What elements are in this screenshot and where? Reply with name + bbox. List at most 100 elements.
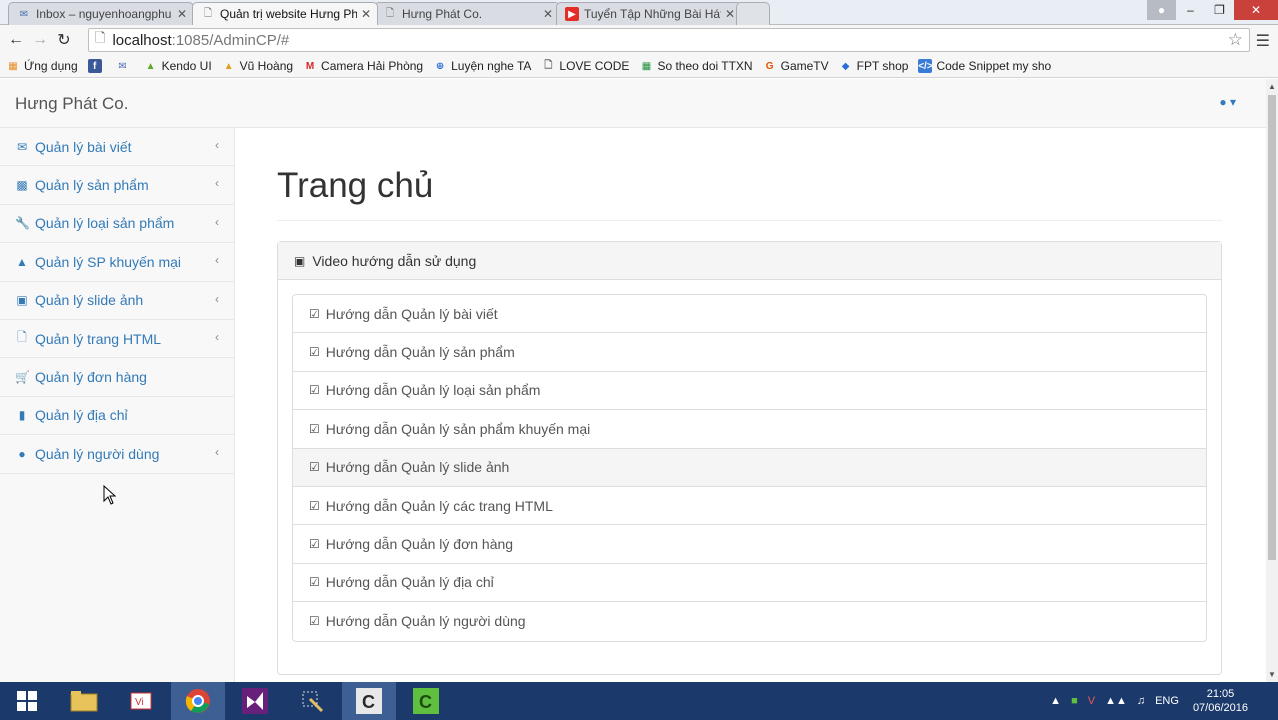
book-icon: ▮ — [18, 408, 26, 423]
bookmark-item[interactable]: </> Code Snippet my sho — [918, 59, 1051, 73]
guide-list-item[interactable]: ☑ Hướng dẫn Quản lý sản phẩm khuyến mại — [293, 410, 1206, 449]
bookmark-label: GameTV — [780, 59, 829, 73]
unikey-button[interactable]: Vi — [114, 682, 168, 720]
camtasia-button-1[interactable]: C — [342, 682, 396, 720]
user-menu-button[interactable]: ● ▾ — [1219, 95, 1236, 109]
close-window-button[interactable]: ✕ — [1234, 0, 1278, 20]
envelope-icon: ✉ — [16, 139, 28, 154]
sidebar-item[interactable]: ▣ Quản lý slide ảnh ‹ — [0, 282, 234, 320]
bookmark-item[interactable]: f — [87, 59, 106, 73]
start-button[interactable] — [0, 682, 54, 720]
user-icon: ● — [18, 446, 26, 461]
browser-toolbar: ← → ↻ 🗋 localhost:1085/AdminCP/# ☆ ☰ — [0, 25, 1278, 55]
guide-item-label: Hướng dẫn Quản lý slide ảnh — [325, 459, 510, 476]
url-path: :1085/AdminCP/# — [171, 31, 290, 49]
browser-tab-strip: ✉ Inbox – nguyenhoangphu ✕ 🗋 Quản trị websit… — [0, 0, 1278, 25]
browser-tab[interactable]: ✉ Inbox – nguyenhoangphu ✕ — [8, 2, 194, 25]
sidebar-item[interactable]: 🛒 Quản lý đơn hàng — [0, 358, 234, 397]
bookmark-item[interactable]: 🗋 LOVE CODE — [541, 59, 629, 73]
sidebar-item[interactable]: ▮ Quản lý địa chỉ — [0, 397, 234, 436]
tab-title: Hưng Phát Co. — [402, 7, 483, 21]
wrench-icon: 🔧 — [15, 216, 30, 231]
tools-button[interactable] — [285, 682, 339, 720]
tab-close-icon[interactable]: ✕ — [177, 7, 187, 21]
folder-icon — [70, 691, 98, 712]
camtasia-tray-icon[interactable]: ■ — [1071, 695, 1078, 707]
bookmark-item[interactable]: M Camera Hải Phòng — [303, 59, 423, 73]
bookmark-label: So theo doi TTXN — [657, 59, 753, 73]
sidebar-item-label: Quản lý trang HTML — [35, 330, 162, 347]
mouse-cursor-icon — [103, 485, 117, 505]
browser-tab[interactable]: 🗋 Hưng Phát Co. ✕ — [374, 2, 560, 25]
new-tab-button[interactable] — [736, 2, 770, 25]
bookmark-label: Vũ Hoàng — [239, 59, 294, 73]
browser-tab[interactable]: 🗋 Quản trị website Hưng Ph ✕ — [192, 2, 378, 25]
unikey-tray-icon[interactable]: V — [1088, 695, 1095, 707]
guide-item-label: Hướng dẫn Quản lý sản phẩm — [325, 344, 515, 361]
brand-link[interactable]: Hưng Phát Co. — [15, 94, 128, 114]
bookmark-item[interactable]: G GameTV — [763, 59, 829, 73]
sidebar-item[interactable]: ▲ Quản lý SP khuyến mại ‹ — [0, 243, 234, 282]
guide-list-item[interactable]: ☑ Hướng dẫn Quản lý loại sản phẩm — [293, 372, 1206, 411]
guide-list-item[interactable]: ☑ Hướng dẫn Quản lý slide ảnh — [293, 448, 1206, 487]
bookmark-item[interactable]: ✉ — [116, 59, 134, 73]
camtasia-recorder-icon: C — [413, 688, 439, 714]
sidebar-item-label: Quản lý slide ảnh — [35, 292, 144, 309]
scroll-thumb[interactable] — [1268, 95, 1276, 560]
chrome-menu-icon[interactable]: ☰ — [1256, 31, 1270, 51]
facebook-icon: f — [87, 59, 102, 73]
guide-item-label: Hướng dẫn Quản lý loại sản phẩm — [325, 382, 541, 399]
network-icon[interactable]: ▲▲ — [1105, 695, 1127, 707]
bookmark-item[interactable]: ▦ So theo doi TTXN — [639, 59, 753, 73]
chevron-left-icon: ‹ — [215, 253, 219, 268]
sidebar-item[interactable]: ▩ Quản lý sản phẩm ‹ — [0, 166, 234, 205]
file-explorer-button[interactable] — [57, 682, 111, 720]
guide-list-item[interactable]: ☑ Hướng dẫn Quản lý sản phẩm — [293, 333, 1206, 372]
show-hidden-icons[interactable]: ▲ — [1050, 695, 1061, 707]
chevron-left-icon: ‹ — [215, 138, 219, 152]
visual-studio-button[interactable] — [228, 682, 282, 720]
address-bar[interactable]: 🗋 localhost:1085/AdminCP/# ☆ — [88, 28, 1250, 52]
sidebar-item-label: Quản lý người dùng — [35, 445, 160, 462]
user-icon: ● — [1219, 95, 1227, 109]
file-icon: 🗋 — [17, 330, 27, 345]
tab-close-icon[interactable]: ✕ — [725, 7, 735, 21]
bookmark-item[interactable]: ◆ FPT shop — [839, 59, 909, 73]
minimize-button[interactable]: – — [1176, 0, 1205, 20]
camtasia-button-2[interactable]: C — [399, 682, 453, 720]
bookmark-item[interactable]: ▲ Vũ Hoàng — [222, 59, 293, 73]
clock[interactable]: 21:05 07/06/2016 — [1193, 687, 1248, 715]
sidebar-item[interactable]: ● Quản lý người dùng ‹ — [0, 435, 234, 474]
forward-icon[interactable]: → — [28, 31, 52, 49]
sidebar-item[interactable]: ✉ Quản lý bài viết ‹ — [0, 128, 234, 167]
guide-list-item[interactable]: ☑ Hướng dẫn Quản lý bài viết — [293, 295, 1206, 334]
back-icon[interactable]: ← — [4, 31, 28, 49]
browser-tab[interactable]: ▶ Tuyển Tập Những Bài Hát ✕ — [556, 2, 742, 25]
tab-close-icon[interactable]: ✕ — [361, 7, 371, 21]
check-square-icon: ☑ — [309, 421, 320, 436]
guide-list-item[interactable]: ☑ Hướng dẫn Quản lý các trang HTML — [293, 487, 1206, 526]
volume-icon[interactable]: ♫ — [1137, 695, 1145, 707]
chrome-button[interactable] — [171, 682, 225, 720]
bookmark-label: LOVE CODE — [559, 59, 630, 73]
reload-icon[interactable]: ↻ — [52, 30, 76, 50]
profile-icon[interactable]: ● — [1147, 0, 1176, 20]
sidebar-item[interactable]: 🗋 Quản lý trang HTML ‹ — [0, 320, 234, 359]
guide-list-item[interactable]: ☑ Hướng dẫn Quản lý địa chỉ — [293, 564, 1206, 603]
scroll-down-icon[interactable]: ▼ — [1266, 667, 1278, 682]
guide-list-item[interactable]: ☑ Hướng dẫn Quản lý người dùng — [293, 602, 1206, 640]
page-scrollbar[interactable]: ▲ ▼ — [1266, 79, 1278, 682]
caret-down-icon: ▾ — [1226, 95, 1236, 109]
bookmark-item[interactable]: ▲ Kendo UI — [144, 59, 212, 73]
bookmark-item[interactable]: ▦ Ứng dụng — [6, 59, 77, 73]
tab-close-icon[interactable]: ✕ — [543, 7, 553, 21]
language-indicator[interactable]: ENG — [1155, 695, 1179, 707]
sidebar-item[interactable]: 🔧 Quản lý loại sản phẩm ‹ — [0, 205, 234, 244]
restore-button[interactable]: ❐ — [1205, 0, 1234, 20]
m-icon: M — [305, 60, 315, 72]
bookmark-star-icon[interactable]: ☆ — [1228, 30, 1243, 50]
guide-item-label: Hướng dẫn Quản lý bài viết — [325, 305, 498, 322]
bookmark-item[interactable]: ⊕ Luyện nghe TA — [433, 59, 532, 73]
scroll-up-icon[interactable]: ▲ — [1266, 79, 1278, 94]
guide-list-item[interactable]: ☑ Hướng dẫn Quản lý đơn hàng — [293, 525, 1206, 564]
